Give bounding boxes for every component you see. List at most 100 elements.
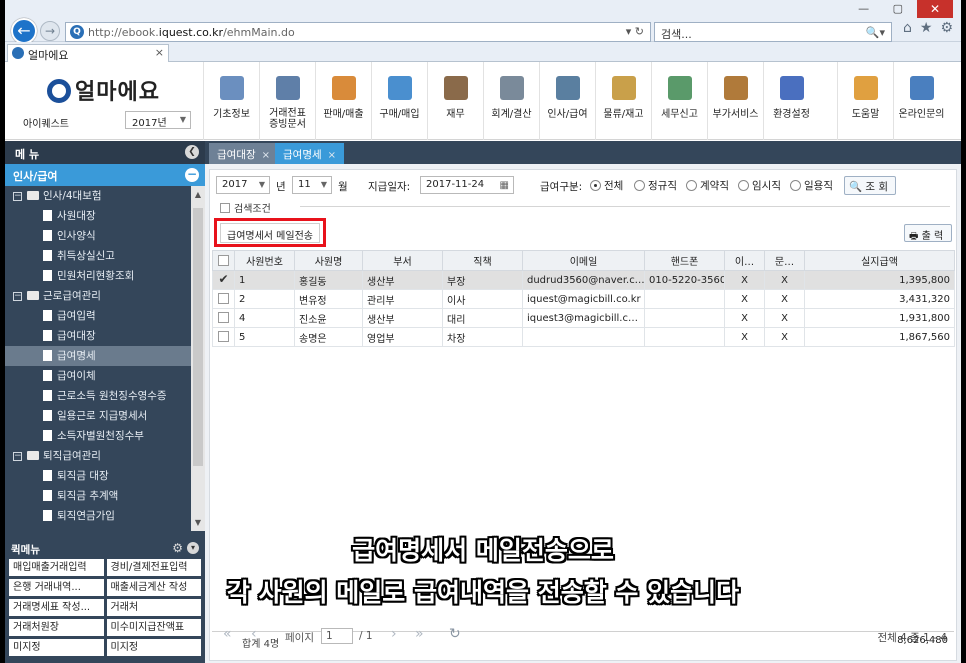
close-icon[interactable]: ×: [262, 150, 270, 161]
table-row[interactable]: 5 송명은 영업부 차장 X X 1,867,560: [212, 327, 955, 347]
close-icon[interactable]: ×: [328, 150, 336, 161]
query-button[interactable]: 🔍 조 회: [844, 176, 896, 195]
sidebar-tree-item[interactable]: 소득자별원천징수부: [5, 426, 191, 446]
menu-item[interactable]: 부가서비스: [707, 62, 763, 140]
sidebar-section-hr-payroll[interactable]: 인사/급여 −: [5, 164, 205, 186]
sidebar-tree-item[interactable]: − 인사/4대보험: [5, 186, 191, 206]
row-select-cell[interactable]: [212, 289, 235, 309]
year-select[interactable]: 2017년 ▼: [125, 111, 191, 129]
tab-pay-statement[interactable]: 급여명세 ×: [275, 143, 345, 164]
radio-daily[interactable]: 일용직: [790, 178, 833, 193]
window-close-button[interactable]: ✕: [917, 0, 953, 18]
home-favorites-settings-icons[interactable]: ⌂★⚙: [903, 20, 961, 36]
sidebar-tree-item[interactable]: 급여입력: [5, 306, 191, 326]
sidebar-tree-item[interactable]: − 근로급여관리: [5, 286, 191, 306]
select-all-header[interactable]: [212, 250, 235, 271]
scrollbar-thumb[interactable]: [193, 208, 203, 466]
menu-item[interactable]: 기초정보: [203, 62, 259, 140]
refresh-icon[interactable]: ↻: [449, 626, 461, 642]
refresh-icon[interactable]: ▾ ↻: [626, 25, 644, 38]
company-name: 아이퀘스트: [23, 119, 69, 130]
sidebar-tree-item[interactable]: 민원처리현황조회: [5, 266, 191, 286]
menu-item-label: 회계/결산: [491, 109, 532, 120]
menu-item[interactable]: 판매/매출: [315, 62, 371, 140]
collapse-sidebar-icon[interactable]: ❮: [185, 145, 199, 159]
table-row[interactable]: 4 진소윤 생산부 대리 iquest3@magicbill.c… X X 1,931,800: [212, 308, 955, 328]
first-page-icon[interactable]: «: [223, 626, 232, 642]
radio-temporary[interactable]: 임시직: [738, 178, 781, 193]
month-dropdown[interactable]: 11 ▼: [292, 176, 332, 194]
sidebar-scrollbar[interactable]: ▲ ▼: [191, 186, 205, 531]
menu-item[interactable]: 회계/결산: [483, 62, 539, 140]
sidebar-tree-item[interactable]: 퇴직금 추계액: [5, 486, 191, 506]
empty-row: [213, 385, 955, 404]
sidebar-tree-item[interactable]: 취득상실신고: [5, 246, 191, 266]
browser-tab[interactable]: 얼마에요 ×: [7, 44, 169, 62]
collapse-toggle-icon[interactable]: −: [13, 192, 22, 201]
row-select-cell[interactable]: [212, 327, 235, 347]
pager: « ‹ 페이지 1 / 1 › » ↻ 전체 4 중 1 - 4: [205, 626, 961, 648]
table-row[interactable]: 2 변유정 관리부 이사 iquest@magicbill.co.kr X X 3,431,3…: [212, 289, 955, 309]
calendar-icon[interactable]: ▦: [500, 180, 509, 191]
sidebar-tree-item[interactable]: 급여이체: [5, 366, 191, 386]
sidebar-tree-item[interactable]: 근로소득 원천징수영수증: [5, 386, 191, 406]
quick-menu-item[interactable]: 미수미지급잔액표: [106, 619, 201, 636]
menu-item[interactable]: 온라인문의: [893, 62, 949, 140]
select-all-checkbox[interactable]: [218, 254, 229, 266]
prev-page-icon[interactable]: ‹: [251, 626, 257, 642]
search-condition-toggle[interactable]: 검색조건: [220, 200, 271, 215]
sidebar-tree-item[interactable]: 일용근로 지급명세서: [5, 406, 191, 426]
scroll-up-icon[interactable]: ▲: [193, 190, 203, 199]
sidebar-tree-item[interactable]: 인사양식: [5, 226, 191, 246]
menu-item[interactable]: 거래전표 증빙문서: [259, 62, 315, 140]
radio-regular[interactable]: 정규직: [634, 178, 677, 193]
row-checkbox[interactable]: ✔: [218, 272, 229, 287]
check-icon: ✔: [218, 272, 229, 287]
close-tab-icon[interactable]: ×: [155, 46, 164, 59]
sidebar-tree-item[interactable]: 급여대장: [5, 326, 191, 346]
row-checkbox[interactable]: [218, 293, 229, 305]
quick-menu-item[interactable]: 미지정: [9, 639, 104, 656]
print-button[interactable]: 🖶 출 력: [904, 224, 952, 242]
quick-menu-item[interactable]: 거래처원장: [9, 619, 104, 636]
forward-arrow-icon[interactable]: →: [40, 21, 60, 41]
sidebar-tree-item[interactable]: − 퇴직급여관리: [5, 446, 191, 466]
collapse-section-icon[interactable]: −: [185, 168, 199, 182]
menu-item[interactable]: 세무신고: [651, 62, 707, 140]
menu-item[interactable]: 물류/재고: [595, 62, 651, 140]
radio-contract[interactable]: 계약직: [686, 178, 729, 193]
row-select-cell[interactable]: [212, 308, 235, 328]
sidebar-tree-item[interactable]: 급여명세: [5, 346, 191, 366]
menu-item[interactable]: 인사/급여: [539, 62, 595, 140]
sidebar-tree-item[interactable]: 퇴직연금가입: [5, 506, 191, 526]
browser-search-box[interactable]: 검색... 🔍▾: [654, 22, 892, 42]
document-icon: [43, 350, 52, 361]
row-checkbox[interactable]: [218, 312, 229, 324]
search-icon[interactable]: 🔍▾: [866, 26, 885, 39]
collapse-toggle-icon[interactable]: −: [13, 452, 22, 461]
send-pay-statement-email-button[interactable]: 급여명세서 메일전송: [220, 223, 320, 243]
row-select-cell[interactable]: ✔: [212, 270, 235, 290]
year-dropdown[interactable]: 2017 ▼: [216, 176, 270, 194]
sidebar-tree-item[interactable]: 사원대장: [5, 206, 191, 226]
next-page-icon[interactable]: ›: [391, 626, 397, 642]
menu-item[interactable]: 구매/매입: [371, 62, 427, 140]
scroll-down-icon[interactable]: ▼: [193, 518, 203, 527]
menu-item[interactable]: 도움말: [837, 62, 893, 140]
back-arrow-icon[interactable]: ←: [11, 18, 37, 44]
radio-all[interactable]: 전체: [590, 178, 623, 193]
page-input[interactable]: 1: [321, 628, 353, 644]
pay-date-field[interactable]: 2017-11-24 ▦: [420, 176, 514, 194]
checkbox[interactable]: [220, 203, 230, 213]
last-page-icon[interactable]: »: [415, 626, 424, 642]
menu-item[interactable]: 재무: [427, 62, 483, 140]
collapse-toggle-icon[interactable]: −: [13, 292, 22, 301]
sidebar-tree-item[interactable]: 퇴직금 대장: [5, 466, 191, 486]
address-bar[interactable]: Q http://ebook.iquest.co.kr/ehmMain.do ▾…: [65, 22, 651, 42]
tab-pay-ledger[interactable]: 급여대장 ×: [209, 143, 279, 164]
row-checkbox[interactable]: [218, 331, 229, 343]
quick-menu-item[interactable]: 미지정: [106, 639, 201, 656]
window-minmax-buttons[interactable]: — ▢: [858, 2, 913, 15]
menu-item[interactable]: 환경설정: [763, 62, 819, 140]
table-row[interactable]: ✔ 1 홍길동 생산부 부장 dudrud3560@naver.c… 010-5220-35…: [212, 270, 955, 290]
